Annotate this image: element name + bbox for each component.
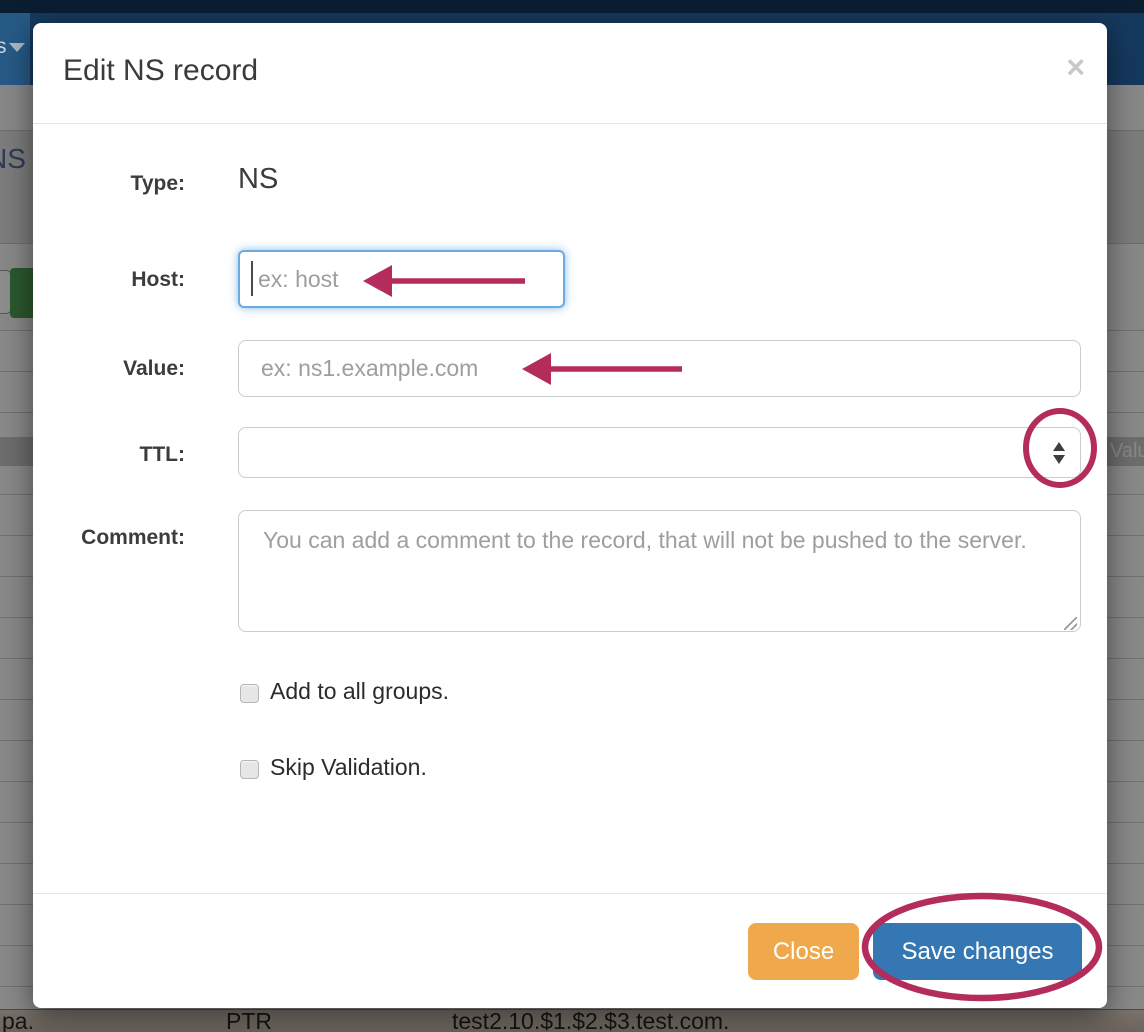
edit-ns-record-modal: Edit NS record × Type: NS Host: Value: T… [33,23,1107,1008]
modal-footer: Close Save changes [33,893,1107,1009]
navbar-item-label: s [0,35,7,59]
screen: s NS S Valu pa. PTR test2.10.$1.$2.$3.te… [0,0,1144,1032]
select-arrows-icon [1052,442,1066,464]
type-value: NS [238,163,278,196]
host-label: Host: [33,268,185,292]
modal-title: Edit NS record [63,54,258,88]
text-cursor [251,261,253,296]
value-input[interactable] [238,340,1081,397]
close-button[interactable]: Close [748,923,859,980]
ttl-select[interactable] [238,427,1081,478]
value-label: Value: [33,357,185,381]
navbar-active-item[interactable]: s [0,13,30,85]
host-input[interactable] [238,250,565,308]
type-label: Type: [33,172,185,196]
close-icon[interactable]: × [1066,51,1085,83]
modal-header: Edit NS record × [33,23,1107,124]
skip-validation-checkbox[interactable] [240,760,259,779]
skip-validation-label: Skip Validation. [270,754,427,781]
caret-down-icon [9,43,25,52]
ttl-label: TTL: [33,443,185,467]
textarea-resize-grip-icon[interactable] [1064,617,1077,630]
comment-textarea[interactable] [238,510,1081,632]
save-changes-button[interactable]: Save changes [873,923,1082,980]
comment-label: Comment: [33,526,185,550]
add-to-all-groups-checkbox[interactable] [240,684,259,703]
navbar-top-strip [0,0,1144,13]
add-to-all-groups-label: Add to all groups. [270,678,449,705]
